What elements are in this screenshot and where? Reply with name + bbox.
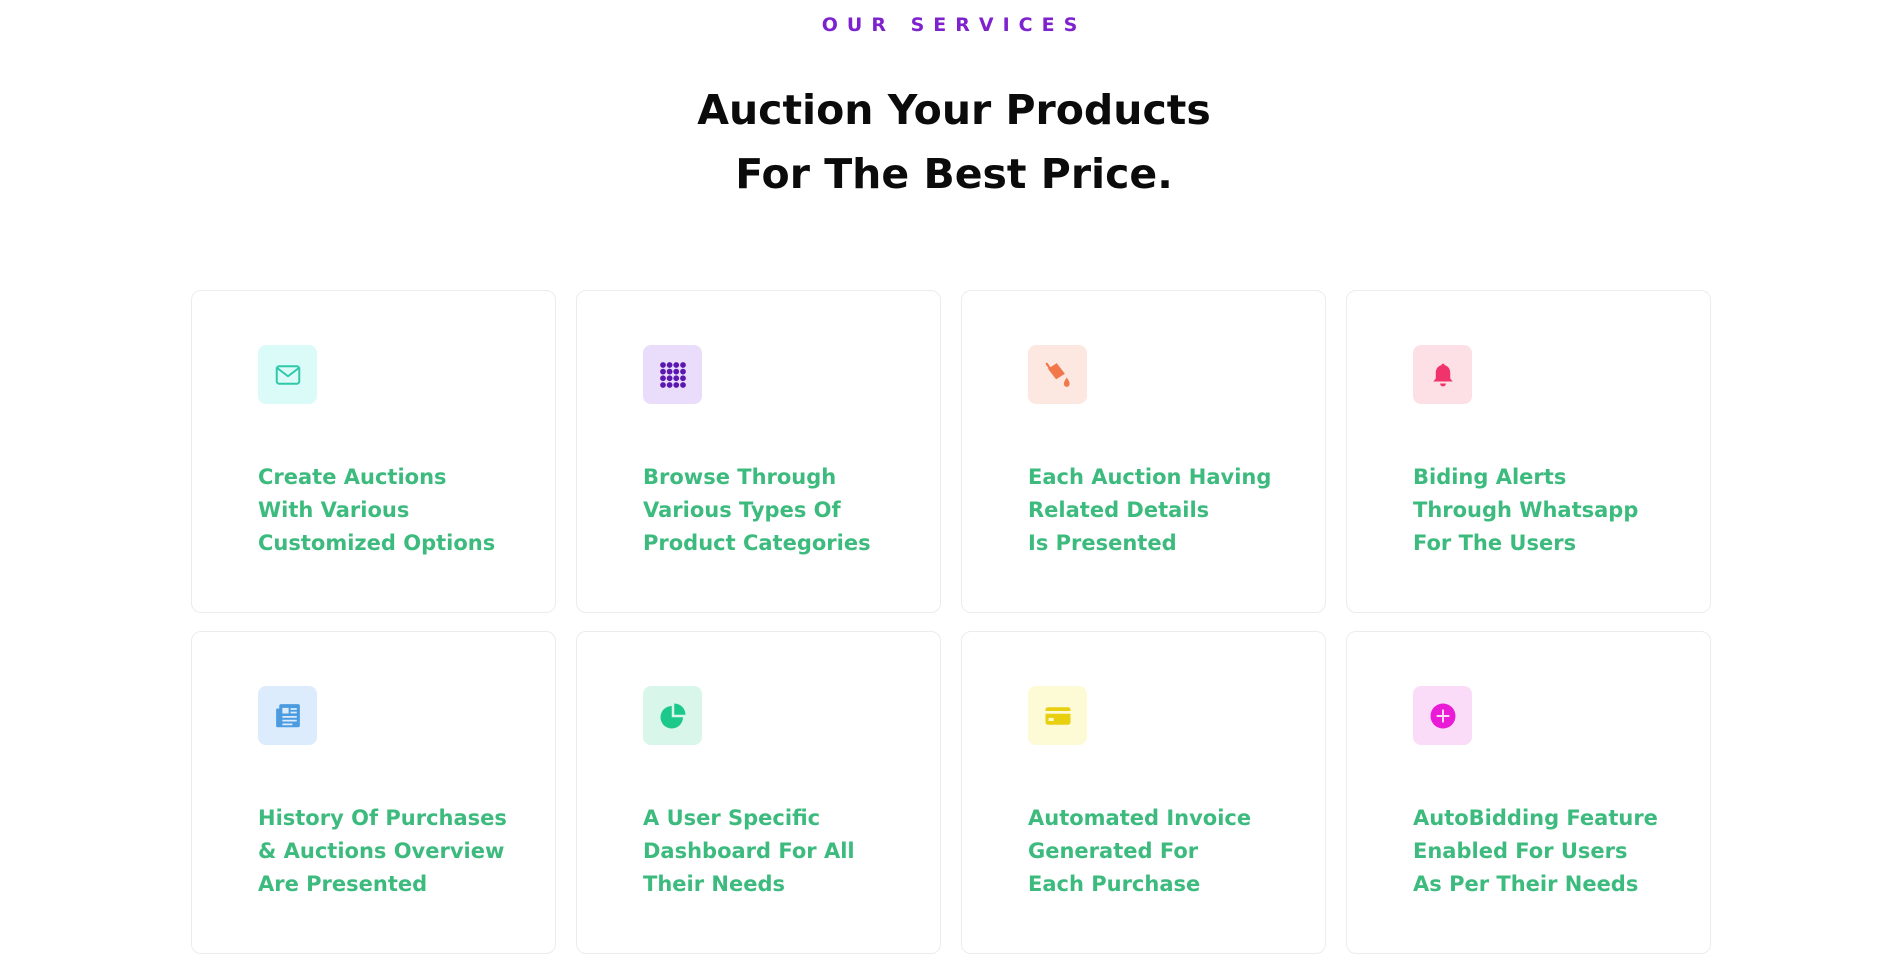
service-card-line: Their Needs — [643, 872, 785, 896]
service-card-line: Biding Alerts — [1413, 465, 1567, 489]
service-card-text: History Of Purchases & Auctions Overview… — [258, 802, 548, 901]
service-card-line: Each Auction Having — [1028, 465, 1272, 489]
service-card-line: AutoBidding Feature — [1413, 806, 1658, 830]
envelope-icon — [258, 345, 317, 404]
plus-circle-icon — [1413, 686, 1472, 745]
service-card-line: Automated Invoice — [1028, 806, 1252, 830]
credit-card-icon — [1028, 686, 1087, 745]
service-card-line: As Per Their Needs — [1413, 872, 1639, 896]
service-card-purchase-history: History Of Purchases & Auctions Overview… — [191, 631, 556, 954]
grid-dots-icon — [643, 345, 702, 404]
service-card-line: Browse Through — [643, 465, 837, 489]
service-card-line: A User Specific — [643, 806, 821, 830]
service-card-line: For The Users — [1413, 531, 1577, 555]
service-card-line: Generated For — [1028, 839, 1199, 863]
service-card-line: Each Purchase — [1028, 872, 1201, 896]
service-card-text: Browse Through Various Types Of Product … — [643, 461, 933, 560]
services-eyebrow: OUR SERVICES — [821, 14, 1087, 36]
service-card-line: Dashboard For All — [643, 839, 855, 863]
service-card-automated-invoice: Automated Invoice Generated For Each Pur… — [961, 631, 1326, 954]
bell-icon — [1413, 345, 1472, 404]
pie-chart-icon — [643, 686, 702, 745]
services-title-line-2: For The Best Price. — [735, 150, 1173, 198]
service-card-text: A User Specific Dashboard For All Their … — [643, 802, 933, 901]
service-card-auction-details: Each Auction Having Related Details Is P… — [961, 290, 1326, 613]
service-card-text: Automated Invoice Generated For Each Pur… — [1028, 802, 1318, 901]
service-card-text: AutoBidding Feature Enabled For Users As… — [1413, 802, 1703, 901]
services-grid: Create Auctions With Various Customized … — [191, 290, 1711, 954]
service-card-line: With Various — [258, 498, 410, 522]
service-card-line: Customized Options — [258, 531, 496, 555]
service-card-browse-categories: Browse Through Various Types Of Product … — [576, 290, 941, 613]
service-card-user-dashboard: A User Specific Dashboard For All Their … — [576, 631, 941, 954]
service-card-create-auctions: Create Auctions With Various Customized … — [191, 290, 556, 613]
service-card-line: Are Presented — [258, 872, 428, 896]
service-card-text: Each Auction Having Related Details Is P… — [1028, 461, 1318, 560]
service-card-line: History Of Purchases — [258, 806, 507, 830]
service-card-line: Through Whatsapp — [1413, 498, 1639, 522]
service-card-text: Biding Alerts Through Whatsapp For The U… — [1413, 461, 1703, 560]
service-card-line: Various Types Of — [643, 498, 841, 522]
newspaper-icon — [258, 686, 317, 745]
service-card-text: Create Auctions With Various Customized … — [258, 461, 548, 560]
service-card-line: Is Presented — [1028, 531, 1177, 555]
services-title: Auction Your Products For The Best Price… — [0, 78, 1890, 206]
service-card-line: & Auctions Overview — [258, 839, 505, 863]
service-card-line: Related Details — [1028, 498, 1210, 522]
service-card-line: Enabled For Users — [1413, 839, 1628, 863]
service-card-line: Create Auctions — [258, 465, 447, 489]
service-card-bidding-alerts: Biding Alerts Through Whatsapp For The U… — [1346, 290, 1711, 613]
service-card-line: Product Categories — [643, 531, 871, 555]
paint-bucket-icon — [1028, 345, 1087, 404]
services-title-line-1: Auction Your Products — [697, 86, 1211, 134]
service-card-autobidding: AutoBidding Feature Enabled For Users As… — [1346, 631, 1711, 954]
